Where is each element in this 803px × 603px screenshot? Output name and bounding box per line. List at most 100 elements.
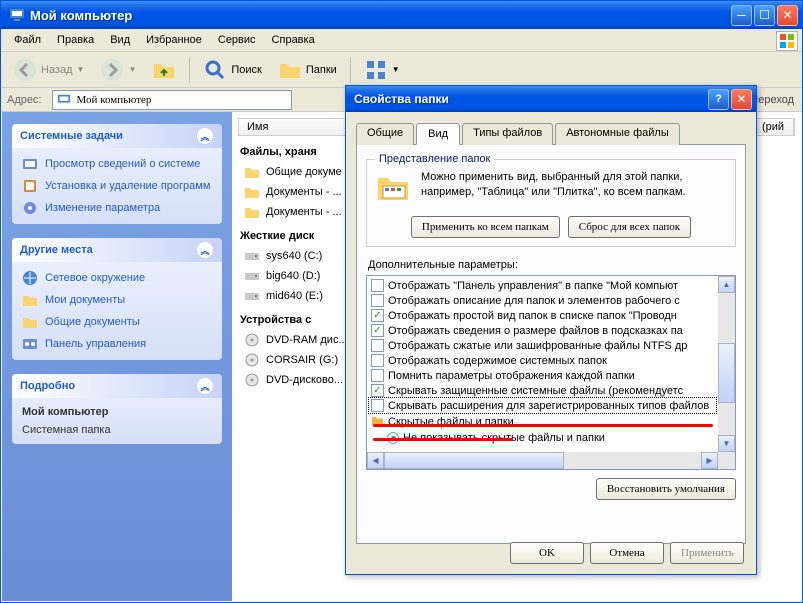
column-name[interactable]: Имя bbox=[239, 119, 349, 135]
menu-favorites[interactable]: Избранное bbox=[139, 31, 209, 49]
maximize-button[interactable]: ☐ bbox=[754, 5, 775, 26]
tab-view[interactable]: Вид bbox=[416, 123, 460, 145]
place-shared-docs[interactable]: Общие документы bbox=[22, 314, 212, 330]
checkbox-icon[interactable]: ✓ bbox=[371, 384, 384, 397]
help-button[interactable]: ? bbox=[708, 89, 729, 110]
advanced-option[interactable]: Отображать описание для папок и элементо… bbox=[369, 293, 716, 308]
drive-icon bbox=[244, 288, 260, 304]
info-icon bbox=[22, 156, 38, 172]
advanced-option[interactable]: Отображать "Панель управления" в папке "… bbox=[369, 278, 716, 293]
checkbox-icon[interactable] bbox=[371, 369, 384, 382]
my-computer-icon bbox=[57, 93, 71, 107]
advanced-option[interactable]: Помнить параметры отображения каждой пап… bbox=[369, 368, 716, 383]
checkbox-icon[interactable] bbox=[371, 354, 384, 367]
drive-icon bbox=[244, 248, 260, 264]
folder-icon bbox=[244, 204, 260, 220]
menu-file[interactable]: Файл bbox=[7, 31, 48, 49]
folder-icon bbox=[244, 184, 260, 200]
cancel-button[interactable]: Отмена bbox=[590, 542, 664, 564]
advanced-option[interactable]: ✓Скрывать защищенные системные файлы (ре… bbox=[369, 383, 716, 398]
checkbox-icon[interactable] bbox=[371, 279, 384, 292]
dialog-title: Свойства папки bbox=[354, 92, 708, 106]
vertical-scrollbar[interactable]: ▲ ▼ bbox=[718, 276, 735, 452]
windows-flag-icon bbox=[776, 31, 798, 51]
back-icon bbox=[13, 58, 37, 82]
scroll-up-icon[interactable]: ▲ bbox=[718, 276, 735, 293]
ok-button[interactable]: OK bbox=[510, 542, 584, 564]
drive-label: big640 (D:) bbox=[266, 270, 320, 282]
collapse-icon[interactable]: ︽ bbox=[196, 241, 214, 259]
address-input[interactable] bbox=[77, 94, 287, 106]
scroll-left-icon[interactable]: ◀ bbox=[367, 452, 384, 469]
gear-icon bbox=[22, 200, 38, 216]
minimize-button[interactable]: ─ bbox=[731, 5, 752, 26]
menu-tools[interactable]: Сервис bbox=[211, 31, 263, 49]
tab-panel-view: Представление папок Можно применить вид,… bbox=[356, 144, 746, 544]
views-button[interactable]: ▼ bbox=[358, 56, 406, 84]
control-panel-icon bbox=[22, 336, 38, 352]
advanced-option[interactable]: ✓Отображать сведения о размере файлов в … bbox=[369, 323, 716, 338]
folder-views-icon bbox=[375, 170, 411, 206]
chevron-down-icon: ▼ bbox=[77, 65, 85, 74]
drive-label: Документы - ... bbox=[266, 206, 342, 218]
panel-other-places: Другие места ︽ Сетевое окружение Мои док… bbox=[12, 238, 222, 360]
panel-header[interactable]: Системные задачи ︽ bbox=[12, 124, 222, 148]
folders-icon bbox=[278, 58, 302, 82]
horizontal-scrollbar[interactable]: ◀ ▶ bbox=[367, 452, 718, 469]
advanced-option[interactable]: Отображать сжатые или зашифрованные файл… bbox=[369, 338, 716, 353]
checkbox-icon[interactable]: ✓ bbox=[371, 324, 384, 337]
back-button[interactable]: Назад ▼ bbox=[7, 56, 90, 84]
checkbox-icon[interactable] bbox=[371, 399, 384, 412]
advanced-option[interactable]: Скрытые файлы и папки bbox=[369, 413, 716, 431]
advanced-settings-list[interactable]: Отображать "Панель управления" в папке "… bbox=[366, 275, 736, 470]
menu-edit[interactable]: Правка bbox=[50, 31, 101, 49]
task-add-remove[interactable]: Установка и удаление программ bbox=[22, 178, 212, 194]
scroll-down-icon[interactable]: ▼ bbox=[718, 435, 735, 452]
network-icon bbox=[22, 270, 38, 286]
checkbox-icon[interactable] bbox=[371, 294, 384, 307]
annotation-underline bbox=[373, 424, 713, 427]
scrollbar-corner bbox=[718, 452, 735, 469]
advanced-option[interactable]: Отображать содержимое системных папок bbox=[369, 353, 716, 368]
panel-system-tasks: Системные задачи ︽ Просмотр сведений о с… bbox=[12, 124, 222, 224]
cd-icon bbox=[244, 372, 260, 388]
panel-header[interactable]: Другие места ︽ bbox=[12, 238, 222, 262]
folder-options-dialog: Свойства папки ? ✕ Общие Вид Типы файлов… bbox=[345, 85, 757, 575]
advanced-option[interactable]: Скрывать расширения для зарегистрированн… bbox=[369, 398, 716, 413]
folders-button[interactable]: Папки bbox=[272, 56, 343, 84]
up-button[interactable] bbox=[146, 56, 182, 84]
task-system-info[interactable]: Просмотр сведений о системе bbox=[22, 156, 212, 172]
option-label: Отображать описание для папок и элементо… bbox=[388, 295, 680, 307]
task-change-setting[interactable]: Изменение параметра bbox=[22, 200, 212, 216]
advanced-option[interactable]: ✓Отображать простой вид папок в списке п… bbox=[369, 308, 716, 323]
tab-file-types[interactable]: Типы файлов bbox=[462, 123, 553, 145]
restore-defaults-button[interactable]: Восстановить умолчания bbox=[596, 478, 736, 500]
collapse-icon[interactable]: ︽ bbox=[196, 127, 214, 145]
panel-header[interactable]: Подробно ︽ bbox=[12, 374, 222, 398]
forward-button[interactable]: ▼ bbox=[94, 56, 142, 84]
checkbox-icon[interactable]: ✓ bbox=[371, 309, 384, 322]
checkbox-icon[interactable] bbox=[371, 339, 384, 352]
column-other[interactable]: (рий bbox=[754, 119, 794, 135]
apply-to-all-button[interactable]: Применить ко всем папкам bbox=[411, 216, 560, 238]
drive-label: sys640 (C:) bbox=[266, 250, 322, 262]
collapse-icon[interactable]: ︽ bbox=[196, 377, 214, 395]
place-my-docs[interactable]: Мои документы bbox=[22, 292, 212, 308]
drive-label: CORSAIR (G:) bbox=[266, 354, 338, 366]
folder-icon bbox=[371, 414, 384, 430]
apply-button[interactable]: Применить bbox=[670, 542, 744, 564]
address-input-wrap[interactable] bbox=[52, 90, 292, 110]
search-button[interactable]: Поиск bbox=[197, 56, 267, 84]
place-network[interactable]: Сетевое окружение bbox=[22, 270, 212, 286]
scroll-right-icon[interactable]: ▶ bbox=[701, 452, 718, 469]
dialog-close-button[interactable]: ✕ bbox=[731, 89, 752, 110]
tab-general[interactable]: Общие bbox=[356, 123, 414, 145]
group-title: Представление папок bbox=[375, 153, 494, 165]
chevron-down-icon: ▼ bbox=[128, 65, 136, 74]
reset-all-button[interactable]: Сброс для всех папок bbox=[568, 216, 691, 238]
menu-help[interactable]: Справка bbox=[265, 31, 322, 49]
menu-view[interactable]: Вид bbox=[103, 31, 137, 49]
place-control-panel[interactable]: Панель управления bbox=[22, 336, 212, 352]
tab-offline[interactable]: Автономные файлы bbox=[555, 123, 680, 145]
close-button[interactable]: ✕ bbox=[777, 5, 798, 26]
